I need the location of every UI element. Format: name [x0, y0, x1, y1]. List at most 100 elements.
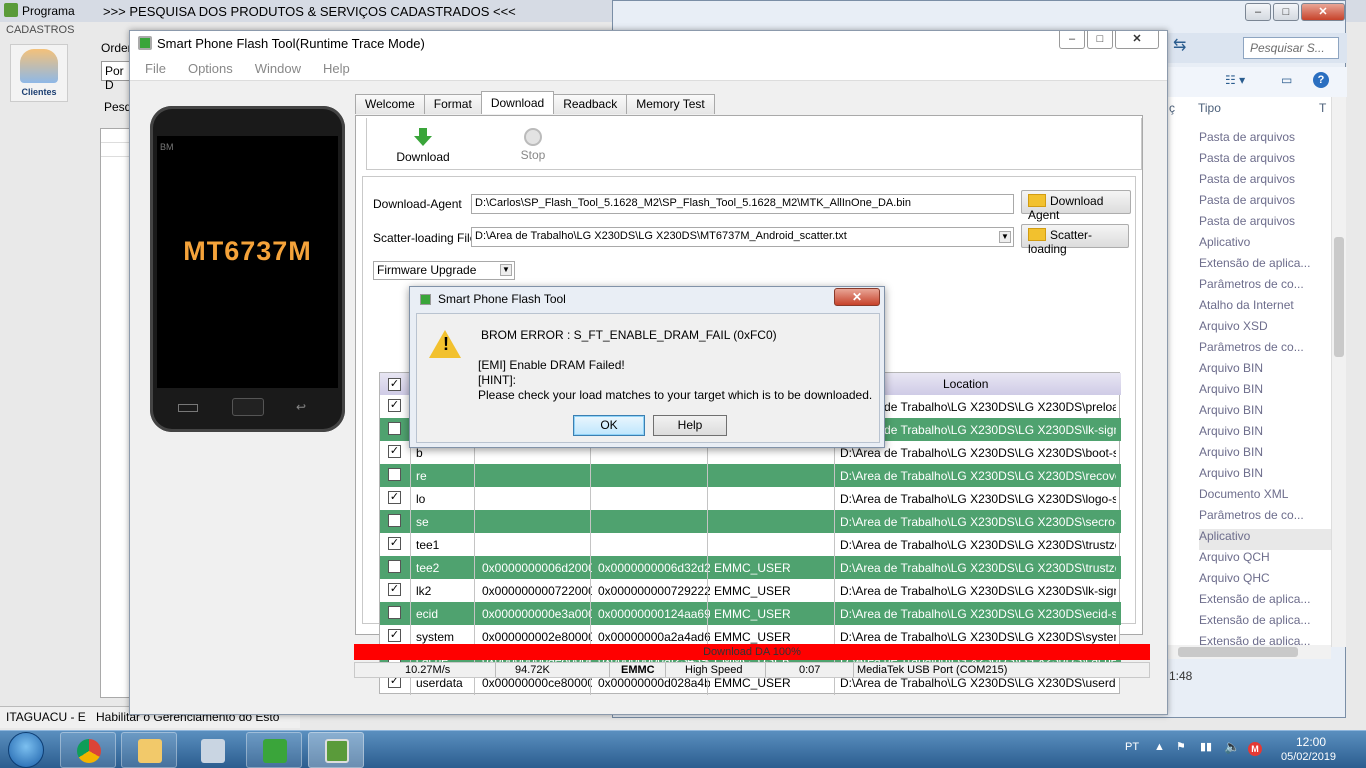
row-checkbox[interactable]: ✓ [388, 491, 401, 504]
menu-cadastros[interactable]: CADASTROS [6, 24, 74, 36]
taskbar-app[interactable] [246, 732, 302, 768]
stop-button[interactable]: Stop [513, 128, 553, 162]
tab-welcome[interactable]: Welcome [355, 94, 425, 114]
close-button[interactable]: ✕ [1301, 3, 1345, 21]
explorer-type-cell[interactable]: Extensão de aplica... [1199, 613, 1339, 634]
row-checkbox[interactable]: ✓ [388, 537, 401, 550]
flash-close-button[interactable]: ✕ [1115, 31, 1159, 49]
volume-icon[interactable]: 🔈 [1224, 739, 1240, 755]
row-checkbox[interactable]: ✓ [388, 629, 401, 642]
maximize-button[interactable]: □ [1273, 3, 1299, 21]
dialog-titlebar[interactable]: Smart Phone Flash Tool [410, 287, 884, 311]
explorer-type-cell[interactable]: Parâmetros de co... [1199, 340, 1339, 361]
download-agent-button[interactable]: Download Agent [1021, 190, 1131, 222]
chevron-down-icon[interactable]: ▼ [500, 264, 512, 276]
table-row[interactable]: ✓ tee2 0x0000000006d20000 0x0000000006d32d2… [380, 556, 1121, 579]
menu-help[interactable]: Help [323, 61, 354, 76]
table-row[interactable]: ✓ lk2 0x0000000007220000 0x000000000729222b… [380, 579, 1121, 602]
taskbar-flash-tool[interactable] [308, 732, 364, 768]
table-row[interactable]: ✓ re D:\Area de Trabalho\LG X230DS\LG X230… [380, 464, 1121, 487]
mode-select[interactable]: Firmware Upgrade ▼ [373, 261, 515, 280]
download-button[interactable]: Download [395, 128, 451, 164]
explorer-type-cell[interactable]: Documento XML [1199, 487, 1339, 508]
show-hidden-icons-icon[interactable]: ▲ [1154, 741, 1165, 753]
explorer-type-cell[interactable]: Arquivo BIN [1199, 424, 1339, 445]
table-row[interactable]: ✓ se D:\Area de Trabalho\LG X230DS\LG X230… [380, 510, 1121, 533]
explorer-type-cell[interactable]: Atalho da Internet [1199, 298, 1339, 319]
flag-icon[interactable]: ⚑ [1176, 740, 1186, 753]
flash-minimize-button[interactable]: – [1059, 31, 1085, 49]
explorer-vertical-scrollbar[interactable] [1331, 97, 1346, 647]
minimize-button[interactable]: – [1245, 3, 1271, 21]
tab-format[interactable]: Format [423, 94, 482, 114]
flash-tool-titlebar[interactable]: Smart Phone Flash Tool(Runtime Trace Mod… [130, 31, 1167, 57]
view-options-icon[interactable]: ☷ ▾ [1225, 73, 1245, 87]
table-row[interactable]: ✓ ecid 0x000000000e3a0000 0x00000000124aa69… [380, 602, 1121, 625]
help-button[interactable]: Help [653, 415, 727, 436]
scatter-loading-button[interactable]: Scatter-loading [1021, 224, 1129, 256]
explorer-type-cell[interactable]: Aplicativo [1199, 529, 1339, 550]
menu-file[interactable]: File [145, 61, 170, 76]
start-button[interactable] [8, 732, 44, 768]
ok-button[interactable]: OK [573, 415, 645, 436]
row-checkbox[interactable]: ✓ [388, 422, 401, 435]
m-app-icon[interactable]: M [1248, 742, 1262, 756]
explorer-type-cell[interactable]: Arquivo BIN [1199, 403, 1339, 424]
flash-maximize-button[interactable]: □ [1087, 31, 1113, 49]
taskbar-chrome[interactable] [60, 732, 116, 768]
row-checkbox[interactable]: ✓ [388, 560, 401, 573]
explorer-type-cell[interactable]: Parâmetros de co... [1199, 277, 1339, 298]
tab-readback[interactable]: Readback [553, 94, 628, 114]
clock-date[interactable]: 05/02/2019 [1281, 751, 1336, 763]
row-checkbox[interactable]: ✓ [388, 583, 401, 596]
network-icon[interactable]: ▮▮ [1200, 740, 1212, 753]
help-icon[interactable]: ? [1313, 72, 1329, 88]
explorer-horizontal-scrollbar[interactable] [1168, 645, 1331, 659]
tab-memory-test[interactable]: Memory Test [626, 94, 715, 114]
explorer-type-cell[interactable]: Arquivo XSD [1199, 319, 1339, 340]
explorer-type-cell[interactable]: Pasta de arquivos [1199, 172, 1339, 193]
explorer-type-cell[interactable]: Aplicativo [1199, 235, 1339, 256]
explorer-type-cell[interactable]: Pasta de arquivos [1199, 130, 1339, 151]
language-indicator[interactable]: PT [1125, 741, 1139, 753]
explorer-type-cell[interactable]: Extensão de aplica... [1199, 592, 1339, 613]
status-bar: 10.27M/s 94.72K EMMC High Speed 0:07 Med… [354, 662, 1150, 678]
explorer-type-cell[interactable]: Pasta de arquivos [1199, 151, 1339, 172]
explorer-type-cell[interactable]: Arquivo BIN [1199, 361, 1339, 382]
chevron-down-icon[interactable]: ▼ [999, 231, 1011, 243]
download-agent-field[interactable]: D:\Carlos\SP_Flash_Tool_5.1628_M2\SP_Fla… [471, 194, 1014, 214]
explorer-type-cell[interactable]: Extensão de aplica... [1199, 256, 1339, 277]
taskbar-calculator[interactable] [184, 732, 240, 768]
refresh-icon[interactable]: ⇆ [1173, 35, 1197, 57]
table-row[interactable]: ✓ tee1 D:\Area de Trabalho\LG X230DS\LG X2… [380, 533, 1121, 556]
explorer-type-cell[interactable]: Parâmetros de co... [1199, 508, 1339, 529]
explorer-type-cell[interactable]: Arquivo BIN [1199, 382, 1339, 403]
explorer-search-input[interactable]: Pesquisar S... [1243, 37, 1339, 59]
explorer-type-cell[interactable]: Arquivo BIN [1199, 466, 1339, 487]
explorer-type-cell[interactable]: Arquivo QHC [1199, 571, 1339, 592]
results-grid[interactable] [100, 128, 130, 698]
menu-window[interactable]: Window [255, 61, 305, 76]
clock-time[interactable]: 12:00 [1296, 735, 1326, 749]
row-checkbox[interactable]: ✓ [388, 445, 401, 458]
row-checkbox[interactable]: ✓ [388, 514, 401, 527]
row-checkbox[interactable]: ✓ [388, 606, 401, 619]
table-row[interactable]: ✓ lo D:\Area de Trabalho\LG X230DS\LG X230… [380, 487, 1121, 510]
explorer-type-cell[interactable]: Arquivo QCH [1199, 550, 1339, 571]
preview-pane-icon[interactable]: ▭ [1281, 73, 1292, 87]
explorer-type-cell[interactable]: Arquivo BIN [1199, 445, 1339, 466]
menu-options[interactable]: Options [188, 61, 237, 76]
order-select[interactable]: Por D [101, 61, 131, 92]
row-checkbox[interactable]: ✓ [388, 399, 401, 412]
tab-download[interactable]: Download [480, 91, 555, 114]
select-all-checkbox[interactable]: ✓ [388, 378, 401, 391]
column-type-header[interactable]: Tipo [1198, 101, 1338, 115]
clientes-button[interactable]: Clientes [10, 44, 68, 102]
taskbar-explorer[interactable] [121, 732, 177, 768]
row-checkbox[interactable]: ✓ [388, 468, 401, 481]
column-t-header[interactable]: T [1319, 101, 1326, 115]
scatter-field[interactable]: D:\Area de Trabalho\LG X230DS\LG X230DS\… [471, 227, 1014, 247]
explorer-type-cell[interactable]: Pasta de arquivos [1199, 214, 1339, 235]
dialog-close-button[interactable]: ✕ [834, 288, 880, 306]
explorer-type-cell[interactable]: Pasta de arquivos [1199, 193, 1339, 214]
